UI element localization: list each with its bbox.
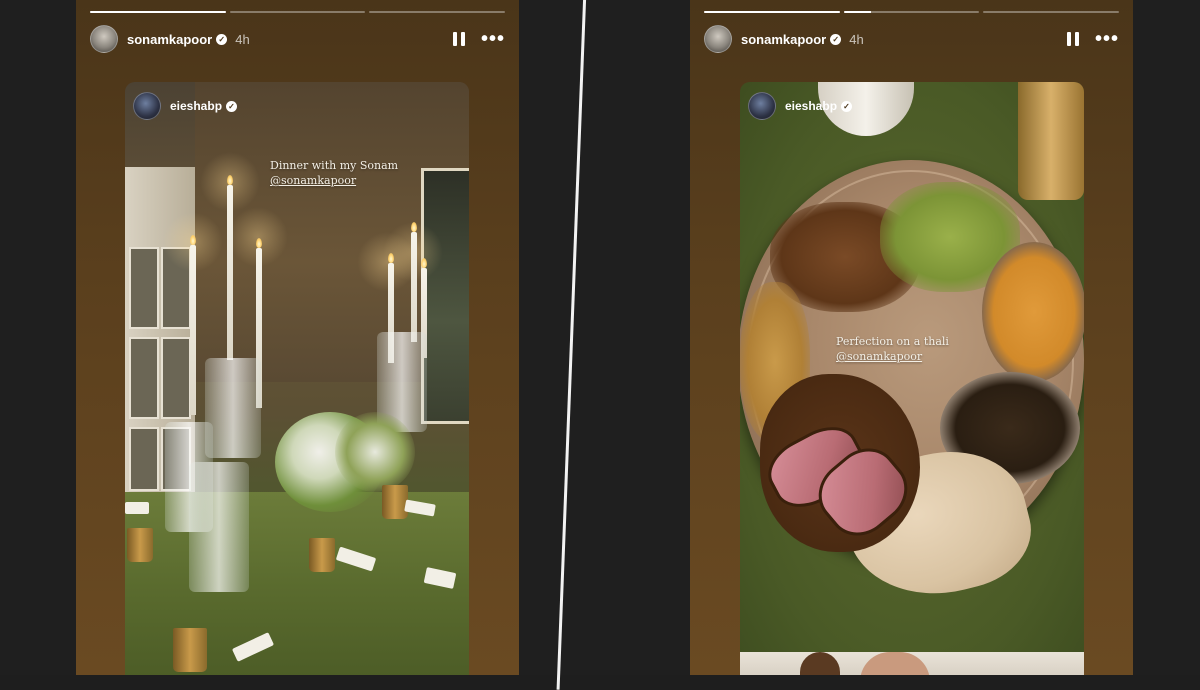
reshared-story-card[interactable]: eieshabp ✓ Perfection on a thali @sonamk…: [740, 82, 1084, 675]
verified-badge-icon: ✓: [830, 33, 842, 45]
caption-mention-link[interactable]: @sonamkapoor: [270, 173, 398, 188]
progress-segment: [369, 11, 506, 13]
story-progress-bar: [90, 11, 506, 14]
reshared-story-card[interactable]: eieshabp ✓ Dinner with my Sonam @sonamka…: [125, 82, 469, 675]
pause-icon[interactable]: [1066, 32, 1079, 46]
story-controls: •••: [1066, 29, 1119, 49]
story-viewer[interactable]: sonamkapoor ✓ 4h •••: [690, 0, 1133, 675]
more-options-icon[interactable]: •••: [1095, 29, 1119, 49]
story-panel-left: sonamkapoor ✓ 4h ••• eieshabp ✓ Dinner w…: [0, 0, 600, 675]
caption-mention-link[interactable]: @sonamkapoor: [836, 349, 949, 364]
story-caption: Dinner with my Sonam @sonamkapoor: [270, 158, 398, 188]
story-caption: Perfection on a thali @sonamkapoor: [836, 334, 949, 364]
story-progress-bar: [704, 11, 1120, 14]
caption-text: Perfection on a thali: [836, 335, 949, 348]
progress-segment: [843, 11, 980, 13]
story-viewer[interactable]: sonamkapoor ✓ 4h •••: [76, 0, 519, 675]
username[interactable]: sonamkapoor: [741, 32, 826, 47]
more-options-icon[interactable]: •••: [481, 29, 505, 49]
story-header: sonamkapoor ✓ 4h •••: [90, 25, 505, 53]
progress-fill: [843, 11, 871, 13]
verified-badge-icon: ✓: [216, 33, 228, 45]
progress-segment: [90, 11, 226, 13]
brass-cup: [1018, 82, 1084, 200]
progress-segment: [704, 11, 840, 13]
caption-text: Dinner with my Sonam: [270, 159, 399, 172]
avatar[interactable]: [90, 25, 118, 53]
timestamp: 4h: [849, 31, 864, 47]
wall-painting: [421, 168, 469, 424]
progress-fill: [90, 11, 226, 13]
hand-at-bottom: [740, 652, 1084, 675]
verified-badge-icon: ✓: [226, 100, 238, 112]
story-panel-right: sonamkapoor ✓ 4h ••• eieshabp ✓ Perfecti…: [600, 0, 1200, 675]
thali-photo: [740, 82, 1084, 675]
username[interactable]: eieshabp: [170, 99, 222, 113]
avatar[interactable]: [704, 25, 732, 53]
avatar[interactable]: [748, 92, 776, 120]
avatar[interactable]: [133, 92, 161, 120]
progress-segment: [229, 11, 366, 13]
pause-icon[interactable]: [452, 32, 465, 46]
progress-segment: [983, 11, 1120, 13]
progress-fill: [704, 11, 840, 13]
story-controls: •••: [452, 29, 505, 49]
verified-badge-icon: ✓: [841, 100, 853, 112]
inner-story-header: eieshabp ✓: [133, 92, 238, 120]
timestamp: 4h: [235, 31, 250, 47]
story-header: sonamkapoor ✓ 4h •••: [704, 25, 1119, 53]
inner-story-header: eieshabp ✓: [748, 92, 853, 120]
username[interactable]: eieshabp: [785, 99, 837, 113]
username[interactable]: sonamkapoor: [127, 32, 212, 47]
